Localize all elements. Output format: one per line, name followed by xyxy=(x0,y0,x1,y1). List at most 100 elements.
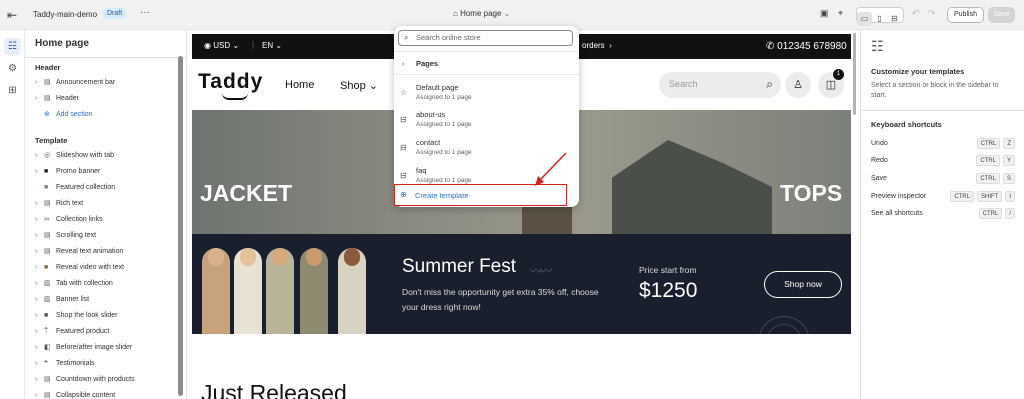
image-thumbnail-icon: ■ xyxy=(44,312,49,319)
sidebar-item-scrolling-text[interactable]: › ▤ Scrolling text xyxy=(35,229,185,243)
plus-circle-icon: ⊕ xyxy=(44,111,50,118)
sidebar-item-reveal-video[interactable]: › ■ Reveal video with text xyxy=(35,261,185,275)
section-icon: ▤ xyxy=(44,79,51,86)
publish-button[interactable]: Publish xyxy=(947,7,984,23)
online-store-search-input[interactable]: ⌕ Search online store xyxy=(398,30,573,46)
flag-icon: ◉ xyxy=(204,41,211,50)
device-switcher: ▭ ▯ ⊟ xyxy=(856,7,904,26)
announcement-text[interactable]: orders › xyxy=(582,41,612,50)
image-compare-icon: ◧ xyxy=(44,344,51,351)
store-logo[interactable]: Taddy xyxy=(198,70,263,94)
left-rail: ☷ ⚙ ⊞ xyxy=(0,30,25,399)
shop-now-button[interactable]: Shop now xyxy=(764,271,842,298)
divider xyxy=(394,74,579,75)
shortcut-save: Save CTRL S xyxy=(871,173,1021,185)
divider xyxy=(394,51,579,52)
store-name: Taddy-main-demo xyxy=(33,10,98,19)
language-selector[interactable]: EN ⌄ xyxy=(262,41,282,50)
nav-shop[interactable]: Shop ⌄ xyxy=(340,79,378,92)
template-option-about-us[interactable]: ⊟ about-us Assigned to 1 page xyxy=(394,108,579,135)
more-actions-button[interactable]: ··· xyxy=(140,7,150,18)
phone-number[interactable]: ✆ 012345 678980 xyxy=(766,41,847,52)
promo-description: Don't miss the opportunity get extra 35%… xyxy=(402,287,599,312)
nav-home[interactable]: Home xyxy=(285,79,314,91)
chevron-right-icon[interactable]: › xyxy=(35,92,44,106)
sidebar-scrollbar[interactable] xyxy=(178,56,183,396)
hero-background-house xyxy=(612,140,772,234)
shortcut-see-all[interactable]: See all shortcuts CTRL / xyxy=(871,208,1021,220)
sidebar-item-tab-collection[interactable]: › ▥ Tab with collection xyxy=(35,277,185,291)
currency-selector[interactable]: ◉ USD ⌄ xyxy=(204,41,239,50)
chevron-right-icon[interactable]: › xyxy=(35,197,44,211)
undo-icon[interactable]: ↶ xyxy=(912,8,920,19)
sidebar-item-countdown[interactable]: › ▤ Countdown with products xyxy=(35,373,185,387)
sidebar-item-collapsible[interactable]: › ▤ Collapsible content xyxy=(35,389,185,399)
shortcut-undo: Undo CTRL Z xyxy=(871,138,1021,150)
sections-icon[interactable]: ☷ xyxy=(4,38,21,55)
inspector-icon[interactable]: ⌖ xyxy=(838,8,843,19)
template-option-default[interactable]: ☆ Default page Assigned to 1 page xyxy=(394,81,579,108)
desktop-icon[interactable]: ▭ xyxy=(857,12,872,26)
chevron-right-icon[interactable]: › xyxy=(35,245,44,259)
collapsible-icon: ▤ xyxy=(44,392,51,399)
apps-icon[interactable]: ⊞ xyxy=(4,82,21,99)
chevron-right-icon[interactable]: › xyxy=(35,277,44,291)
redo-icon[interactable]: ↷ xyxy=(928,8,936,19)
add-section-button[interactable]: ⊕ Add section xyxy=(35,108,185,122)
search-icon: ⌕ xyxy=(404,33,409,42)
model-image xyxy=(234,248,262,334)
sidebar-item-rich-text[interactable]: › ▤ Rich text xyxy=(35,197,185,211)
back-chevron-icon[interactable]: ‹ xyxy=(402,59,405,68)
chevron-right-icon[interactable]: › xyxy=(35,389,44,399)
chevron-right-icon[interactable]: › xyxy=(35,293,44,307)
sidebar-item-slideshow[interactable]: › ◎ Slideshow with tab xyxy=(35,149,185,163)
sidebar-item-banner-list[interactable]: › ▥ Banner list xyxy=(35,293,185,307)
sidebar-item-shop-the-look[interactable]: › ■ Shop the look slider xyxy=(35,309,185,323)
hero-label-right[interactable]: TOPS xyxy=(780,180,842,207)
promo-banner[interactable]: Summer Fest 〰〰 Don't miss the opportunit… xyxy=(192,234,851,334)
text-icon: ▤ xyxy=(44,200,51,207)
sidebar-item-collection-links[interactable]: › ∞ Collection links xyxy=(35,213,185,227)
chevron-right-icon[interactable]: › xyxy=(35,165,44,179)
search-icon: ⌕ xyxy=(766,77,773,91)
account-icon[interactable]: ♙ xyxy=(785,72,811,98)
settings-gear-icon[interactable]: ⚙ xyxy=(4,60,21,77)
chevron-right-icon[interactable]: › xyxy=(35,325,44,339)
mobile-icon[interactable]: ▯ xyxy=(872,12,887,26)
chevron-right-icon[interactable]: › xyxy=(35,213,44,227)
chevron-right-icon[interactable]: › xyxy=(35,229,44,243)
sidebar-item-reveal-text[interactable]: › ▤ Reveal text animation xyxy=(35,245,185,259)
sidebar-item-featured-product[interactable]: › ⍑ Featured product xyxy=(35,325,185,339)
page-selector-label: Home page xyxy=(460,9,502,18)
model-image xyxy=(202,248,230,334)
store-search-input[interactable]: Search ⌕ xyxy=(659,72,781,98)
store-icon[interactable]: ▣ xyxy=(820,8,829,19)
status-badge: Draft xyxy=(103,8,127,19)
chevron-right-icon[interactable]: › xyxy=(35,309,44,323)
divider: | xyxy=(252,40,255,49)
exit-icon[interactable]: ⇤ xyxy=(7,8,17,22)
chevron-down-icon: ⌄ xyxy=(503,9,511,18)
chevron-right-icon[interactable]: › xyxy=(35,261,44,275)
sidebar-item-announcement-bar[interactable]: › ▤ Announcement bar xyxy=(35,76,185,90)
page-selector[interactable]: ⌂ Home page ⌄ xyxy=(453,9,510,18)
model-image xyxy=(300,248,328,334)
sidebar-item-promo-banner[interactable]: › ■ Promo banner xyxy=(35,165,185,179)
hero-label-left[interactable]: JACKET xyxy=(200,180,292,207)
sidebar-item-header[interactable]: › ▤ Header xyxy=(35,92,185,106)
sidebar-item-featured-collection[interactable]: ■ Featured collection xyxy=(35,181,185,195)
chevron-right-icon[interactable]: › xyxy=(35,373,44,387)
chevron-right-icon[interactable]: › xyxy=(35,76,44,90)
chevron-right-icon[interactable]: › xyxy=(35,357,44,371)
shortcut-redo: Redo CTRL Y xyxy=(871,155,1021,167)
sidebar-item-testimonials[interactable]: › ❝ Testimonials xyxy=(35,357,185,371)
image-thumbnail-icon: ■ xyxy=(44,264,49,271)
sidebar-item-before-after[interactable]: › ◧ Before/after image slider xyxy=(35,341,185,355)
promo-title: Summer Fest xyxy=(402,256,517,277)
chevron-right-icon[interactable]: › xyxy=(35,341,44,355)
preview-scrollbar[interactable] xyxy=(853,33,856,115)
chevron-right-icon[interactable]: › xyxy=(35,149,44,163)
fullscreen-icon[interactable]: ⊟ xyxy=(887,12,902,26)
section-heading: Just Released xyxy=(201,380,347,399)
save-button[interactable]: Save xyxy=(988,7,1015,23)
